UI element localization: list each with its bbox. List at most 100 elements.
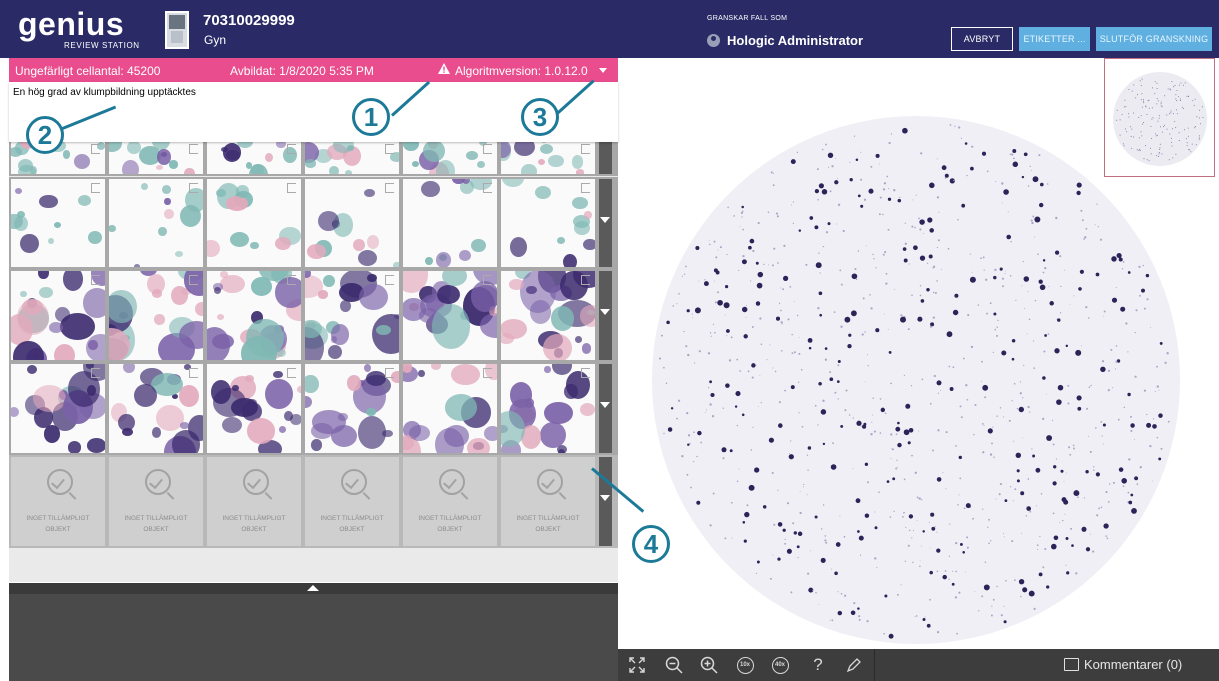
cell-tile[interactable] bbox=[305, 364, 399, 453]
cell-tile[interactable] bbox=[11, 271, 105, 360]
tile-gallery: INGET TILLÄMPLIGT OBJEKT INGET TILLÄMPLIGT… bbox=[9, 138, 618, 582]
cell-tile[interactable] bbox=[403, 364, 497, 453]
cell-tile[interactable] bbox=[403, 140, 497, 174]
minimap[interactable] bbox=[1104, 58, 1215, 177]
cell-count: Ungefärligt cellantal: 45200 bbox=[15, 64, 161, 78]
callout-2: 2 bbox=[26, 116, 64, 154]
flag-icon[interactable] bbox=[581, 144, 590, 154]
logo-subtitle: REVIEW STATION bbox=[64, 41, 140, 50]
flag-icon[interactable] bbox=[385, 368, 394, 378]
cell-tile[interactable] bbox=[305, 140, 399, 174]
not-applicable-label: INGET TILLÄMPLIGT OBJEKT bbox=[516, 515, 580, 533]
not-applicable-tile: INGET TILLÄMPLIGT OBJEKT bbox=[501, 457, 595, 546]
flag-icon[interactable] bbox=[287, 275, 296, 285]
cell-tile[interactable] bbox=[11, 179, 105, 267]
cell-tile[interactable] bbox=[207, 179, 301, 267]
cell-tile[interactable] bbox=[501, 179, 595, 267]
cell-tile[interactable] bbox=[207, 140, 301, 174]
zoom-40x-icon[interactable]: 40x bbox=[764, 649, 796, 681]
chevron-up-icon[interactable] bbox=[307, 585, 319, 591]
alert-message: En hög grad av klumpbildning upptäcktes bbox=[13, 87, 196, 98]
flag-icon[interactable] bbox=[189, 275, 198, 285]
zoom-10x-icon[interactable]: 10x bbox=[729, 649, 761, 681]
cell-tile[interactable] bbox=[501, 140, 595, 174]
comment-icon[interactable] bbox=[1064, 658, 1079, 671]
cell-tile[interactable] bbox=[109, 179, 203, 267]
flag-icon[interactable] bbox=[385, 275, 394, 285]
help-icon[interactable]: ? bbox=[802, 649, 834, 681]
cell-tile[interactable] bbox=[501, 364, 595, 453]
pen-icon[interactable] bbox=[838, 649, 870, 681]
cell-tile[interactable] bbox=[403, 271, 497, 360]
cell-tile[interactable] bbox=[305, 271, 399, 360]
tile-row bbox=[9, 138, 618, 184]
warning-triangle-icon bbox=[438, 63, 450, 77]
flag-icon[interactable] bbox=[385, 183, 394, 193]
callout-4: 4 bbox=[632, 525, 670, 563]
not-applicable-label: INGET TILLÄMPLIGT OBJEKT bbox=[418, 515, 482, 533]
cell-tile[interactable] bbox=[109, 364, 203, 453]
flag-icon[interactable] bbox=[189, 368, 198, 378]
reviewing-label: GRANSKAR FALL SOM bbox=[707, 15, 788, 22]
flag-icon[interactable] bbox=[483, 183, 492, 193]
case-type: Gyn bbox=[204, 33, 227, 47]
tile-row bbox=[9, 177, 618, 269]
flag-icon[interactable] bbox=[91, 368, 100, 378]
user-icon bbox=[707, 34, 720, 47]
flag-icon[interactable] bbox=[287, 183, 296, 193]
user-name: Hologic Administrator bbox=[727, 33, 864, 48]
slide-image[interactable] bbox=[648, 112, 1184, 647]
row-expand-button[interactable] bbox=[599, 457, 612, 546]
row-expand-button[interactable] bbox=[599, 271, 612, 360]
flag-icon[interactable] bbox=[581, 275, 590, 285]
flag-icon[interactable] bbox=[581, 368, 590, 378]
flag-icon[interactable] bbox=[287, 144, 296, 154]
flag-icon[interactable] bbox=[483, 144, 492, 154]
cancel-button[interactable]: AVBRYT bbox=[951, 27, 1013, 51]
cell-tile[interactable] bbox=[11, 364, 105, 453]
not-applicable-tile: INGET TILLÄMPLIGT OBJEKT bbox=[109, 457, 203, 546]
cell-tile[interactable] bbox=[501, 271, 595, 360]
flag-icon[interactable] bbox=[287, 368, 296, 378]
flag-icon[interactable] bbox=[189, 183, 198, 193]
flag-icon[interactable] bbox=[91, 275, 100, 285]
fit-icon[interactable] bbox=[621, 649, 653, 681]
callout-1: 1 bbox=[352, 98, 390, 136]
genius-logo: genius REVIEW STATION bbox=[18, 6, 139, 50]
flag-icon[interactable] bbox=[483, 275, 492, 285]
imaged-date: Avbildat: 1/8/2020 5:35 PM bbox=[230, 64, 374, 78]
not-applicable-tile: INGET TILLÄMPLIGT OBJEKT bbox=[305, 457, 399, 546]
flag-icon[interactable] bbox=[581, 183, 590, 193]
cell-tile[interactable] bbox=[403, 179, 497, 267]
toolbar-divider bbox=[874, 649, 875, 681]
flag-icon[interactable] bbox=[483, 368, 492, 378]
zoom-in-icon[interactable] bbox=[693, 649, 725, 681]
flag-icon[interactable] bbox=[385, 144, 394, 154]
finish-review-button[interactable]: SLUTFÖR GRANSKNING bbox=[1096, 27, 1212, 51]
row-expand-button[interactable] bbox=[599, 179, 612, 267]
bottom-drawer bbox=[9, 594, 618, 681]
tile-row bbox=[9, 269, 618, 362]
cell-tile[interactable] bbox=[109, 140, 203, 174]
alert-bar: Ungefärligt cellantal: 45200 Avbildat: 1… bbox=[9, 58, 618, 82]
flag-icon[interactable] bbox=[91, 183, 100, 193]
zoom-out-icon[interactable] bbox=[658, 649, 690, 681]
chevron-down-icon[interactable] bbox=[599, 68, 607, 73]
algorithm-version: Algoritmversion: 1.0.12.0 bbox=[455, 64, 588, 78]
cell-tile[interactable] bbox=[207, 271, 301, 360]
cell-tile[interactable] bbox=[207, 364, 301, 453]
comments-button[interactable]: Kommentarer (0) bbox=[1084, 657, 1182, 672]
not-applicable-tile: INGET TILLÄMPLIGT OBJEKT bbox=[403, 457, 497, 546]
slide-thumbnail bbox=[165, 11, 189, 49]
cell-tile[interactable] bbox=[305, 179, 399, 267]
flag-icon[interactable] bbox=[91, 144, 100, 154]
tile-row-not-applicable: INGET TILLÄMPLIGT OBJEKT INGET TILLÄMPLIGT… bbox=[9, 455, 618, 548]
labels-button[interactable]: ETIKETTER ... bbox=[1019, 27, 1090, 51]
flag-icon[interactable] bbox=[189, 144, 198, 154]
row-expand-button[interactable] bbox=[599, 364, 612, 453]
not-applicable-tile: INGET TILLÄMPLIGT OBJEKT bbox=[11, 457, 105, 546]
not-applicable-tile: INGET TILLÄMPLIGT OBJEKT bbox=[207, 457, 301, 546]
row-scroll-handle[interactable] bbox=[599, 140, 612, 184]
cell-tile[interactable] bbox=[109, 271, 203, 360]
logo-word: genius bbox=[18, 6, 125, 42]
